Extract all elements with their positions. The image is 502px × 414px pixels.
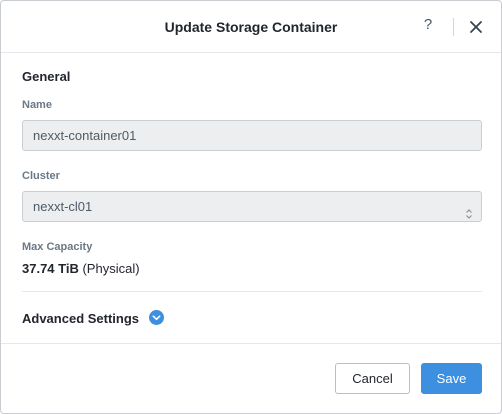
cancel-button[interactable]: Cancel: [335, 363, 410, 394]
cluster-label: Cluster: [22, 170, 60, 182]
max-capacity-amount: 37.74 TiB: [22, 261, 79, 276]
max-capacity-label: Max Capacity: [22, 241, 93, 253]
max-capacity-value: 37.74 TiB (Physical): [22, 261, 140, 276]
advanced-settings-toggle[interactable]: Advanced Settings: [22, 311, 139, 326]
cluster-select[interactable]: nexxt-cl01: [22, 191, 482, 222]
dialog-header: Update Storage Container ?: [1, 1, 501, 53]
help-icon[interactable]: ?: [420, 16, 436, 36]
name-field[interactable]: nexxt-container01: [22, 120, 482, 151]
close-icon[interactable]: [466, 17, 486, 37]
name-label: Name: [22, 99, 52, 111]
cluster-select-value: nexxt-cl01: [33, 199, 93, 214]
save-button[interactable]: Save: [421, 363, 482, 394]
name-field-value: nexxt-container01: [33, 128, 137, 143]
select-arrows-icon: [465, 201, 473, 219]
section-divider: [22, 291, 482, 292]
max-capacity-suffix: (Physical): [78, 261, 140, 276]
section-title-general: General: [22, 69, 71, 84]
update-storage-container-dialog: Update Storage Container ? General Name …: [0, 0, 502, 414]
header-separator: [453, 18, 454, 36]
chevron-down-circle-icon[interactable]: [149, 310, 164, 325]
